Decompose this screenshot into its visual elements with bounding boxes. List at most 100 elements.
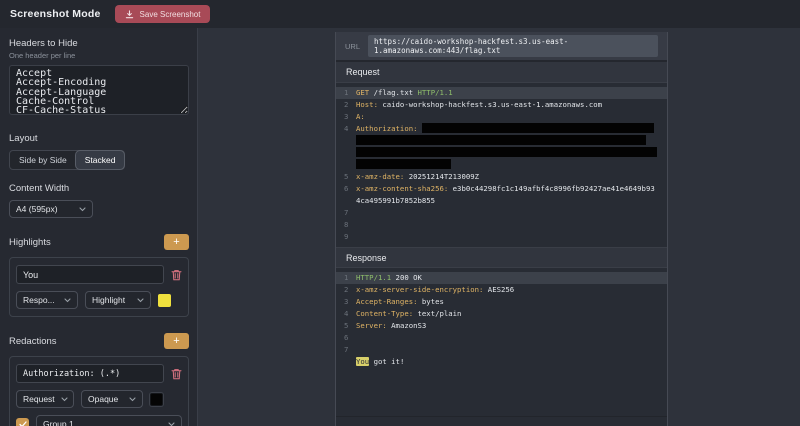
line-content	[348, 344, 667, 356]
line-content	[348, 207, 667, 219]
redaction-style-value: Opaque	[88, 394, 118, 404]
settings-sidebar: Headers to Hide One header per line Acce…	[0, 28, 198, 426]
line-number	[336, 195, 348, 207]
code-line	[336, 159, 667, 171]
chevron-down-icon	[168, 419, 175, 426]
redaction-style-select[interactable]: Opaque	[81, 390, 143, 408]
code-token: x-amz-date:	[356, 172, 404, 181]
content-width-select[interactable]: A4 (595px)	[9, 200, 93, 218]
workspace: Headers to Hide One header per line Acce…	[0, 28, 800, 426]
chevron-down-icon	[137, 295, 144, 305]
line-number: 7	[336, 344, 348, 356]
redaction-pattern-row	[16, 364, 182, 383]
content-width-value: A4 (595px)	[16, 204, 58, 214]
url-row: URL https://caido-workshop-hackfest.s3.u…	[336, 32, 667, 62]
redaction-pattern-input[interactable]	[16, 364, 164, 383]
code-line: 6	[336, 332, 667, 344]
highlight-pattern-row	[16, 265, 182, 284]
code-line: 5Server: AmazonS3	[336, 320, 667, 332]
code-token: bytes	[418, 297, 444, 306]
trash-icon	[171, 368, 182, 383]
headers-to-hide-hint: One header per line	[9, 51, 189, 60]
code-token: text/plain	[413, 309, 461, 318]
layout-label: Layout	[9, 133, 189, 144]
redaction-scope-value: Request	[23, 394, 55, 404]
response-code-view: 1HTTP/1.1 200 OK2x-amz-server-side-encry…	[336, 268, 667, 370]
request-section-header: Request	[336, 62, 667, 83]
code-line: 7	[336, 344, 667, 356]
redaction-bar	[356, 159, 451, 169]
code-token: got it!	[369, 357, 404, 366]
layout-stacked-button[interactable]: Stacked	[76, 151, 125, 169]
url-value[interactable]: https://caido-workshop-hackfest.s3.us-ea…	[368, 35, 658, 57]
redactions-label: Redactions	[9, 336, 57, 347]
save-screenshot-button[interactable]: Save Screenshot	[115, 5, 211, 23]
code-token: x-amz-server-side-encryption:	[356, 285, 483, 294]
code-line: 6x-amz-content-sha256: e3b0c44298fc1c149…	[336, 183, 667, 195]
code-line: 1GET /flag.txt HTTP/1.1	[336, 87, 667, 99]
redaction-group-row: Group 1	[16, 415, 182, 426]
chevron-down-icon	[79, 204, 86, 214]
code-line: 4ca495991b7852b855	[336, 195, 667, 207]
code-token: HTTP/1.1	[418, 88, 453, 97]
add-highlight-button[interactable]: +	[164, 234, 189, 250]
line-content	[348, 219, 667, 231]
line-number: 8	[336, 219, 348, 231]
redaction-scope-select[interactable]: Request	[16, 390, 74, 408]
trash-icon	[171, 269, 182, 284]
line-number	[336, 135, 348, 147]
code-line: 1HTTP/1.1 200 OK	[336, 272, 667, 284]
group-select[interactable]: Group 1	[36, 415, 182, 426]
add-redaction-button[interactable]: +	[164, 333, 189, 349]
highlighted-match: You	[356, 357, 369, 366]
line-content	[348, 332, 667, 344]
code-line: 2x-amz-server-side-encryption: AES256	[336, 284, 667, 296]
line-number: 4	[336, 123, 348, 135]
highlight-pattern-input[interactable]	[16, 265, 164, 284]
redaction-color-swatch[interactable]	[150, 393, 163, 406]
code-line: 4Authorization:	[336, 123, 667, 135]
content-width-label: Content Width	[9, 183, 189, 194]
group-enabled-checkbox[interactable]	[16, 418, 29, 426]
line-number	[336, 147, 348, 159]
code-token: 4ca495991b7852b855	[356, 196, 435, 205]
line-content: x-amz-date: 20251214T213009Z	[348, 171, 667, 183]
code-token: AmazonS3	[387, 321, 427, 330]
code-line: You got it!	[336, 356, 667, 368]
code-line: 2Host: caido-workshop-hackfest.s3.us-eas…	[336, 99, 667, 111]
redaction-bar	[356, 147, 657, 157]
chevron-down-icon	[129, 394, 136, 404]
group-value: Group 1	[43, 419, 74, 426]
line-content: x-amz-content-sha256: e3b0c44298fc1c149a…	[348, 183, 667, 195]
line-number: 1	[336, 272, 348, 284]
save-screenshot-label: Save Screenshot	[140, 10, 201, 19]
code-line: 9	[336, 231, 667, 243]
line-content: 4ca495991b7852b855	[348, 195, 667, 207]
line-content: Host: caido-workshop-hackfest.s3.us-east…	[348, 99, 667, 111]
headers-to-hide-label: Headers to Hide	[9, 38, 189, 49]
line-number: 2	[336, 284, 348, 296]
line-content: x-amz-server-side-encryption: AES256	[348, 284, 667, 296]
delete-highlight-button[interactable]	[171, 269, 182, 281]
headers-to-hide-textarea[interactable]: Accept Accept-Encoding Accept-Language C…	[9, 65, 189, 115]
highlight-options-row: Respo... Highlight	[16, 291, 182, 309]
code-line	[336, 135, 667, 147]
redaction-options-row: Request Opaque	[16, 390, 182, 408]
page-title: Screenshot Mode	[10, 8, 101, 20]
code-token: HTTP/1.1	[356, 273, 391, 282]
delete-redaction-button[interactable]	[171, 368, 182, 380]
highlight-color-swatch[interactable]	[158, 294, 171, 307]
redactions-header-row: Redactions +	[9, 333, 189, 349]
highlight-style-select[interactable]: Highlight	[85, 291, 151, 309]
redaction-rule-card: Request Opaque	[9, 356, 189, 426]
layout-side-by-side-button[interactable]: Side by Side	[10, 151, 76, 169]
line-content: You got it!	[348, 356, 667, 368]
highlight-scope-select[interactable]: Respo...	[16, 291, 78, 309]
top-bar: Screenshot Mode Save Screenshot	[0, 0, 800, 28]
code-token: caido-workshop-hackfest.s3.us-east-1.ama…	[378, 100, 602, 109]
line-content: Content-Type: text/plain	[348, 308, 667, 320]
line-content	[348, 147, 667, 159]
highlights-label: Highlights	[9, 237, 51, 248]
line-number: 2	[336, 99, 348, 111]
line-content: GET /flag.txt HTTP/1.1	[348, 87, 667, 99]
